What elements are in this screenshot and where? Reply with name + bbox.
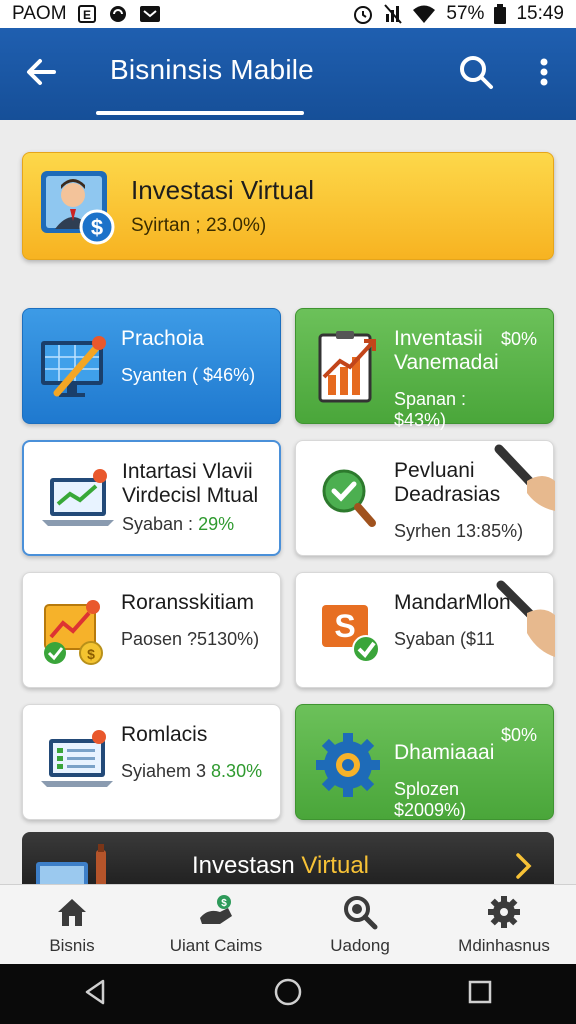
investasi-banner[interactable]: Investasn Virtual	[22, 832, 554, 884]
hero-card-investasi[interactable]: $ Investasi Virtual Syirtan ; 23.0%)	[22, 152, 554, 260]
nav-label: Bisnis	[49, 935, 95, 955]
search-coin-icon	[344, 895, 378, 929]
businessman-dollar-icon: $	[37, 165, 121, 249]
wifi-icon	[412, 4, 436, 24]
card-badge: $0%	[500, 329, 537, 349]
system-recents-icon[interactable]	[465, 977, 495, 1012]
no-signal-icon	[384, 4, 403, 24]
hand-phone-icon	[493, 441, 557, 516]
card-subtitle: Spanan : $43%)	[394, 389, 467, 430]
sync-icon	[107, 4, 129, 24]
back-arrow-icon[interactable]	[22, 52, 62, 92]
trend-coin-icon: $	[37, 591, 117, 671]
card-roranss[interactable]: $ Roransskitiam Paosen ?5130%)	[22, 572, 281, 688]
magnifier-check-icon	[310, 459, 390, 539]
hand-dollar-icon: $	[200, 894, 232, 924]
system-back-icon[interactable]	[81, 977, 111, 1012]
card-pevluani[interactable]: Pevluani Deadrasias Syrhen 13:85%)	[295, 440, 557, 556]
title-underline	[96, 111, 304, 115]
clock: 15:49	[516, 3, 564, 24]
card-subtitle: Syrhen 13:85%)	[394, 521, 524, 541]
card-title: Romlacis	[121, 723, 208, 746]
growth-chart-icon	[310, 327, 390, 407]
card-dhamiaaai[interactable]: Dhamiaaai Splozen $2009%) $0%	[295, 704, 554, 820]
card-mandarmlon[interactable]: S MandarMlon Syaban ($11	[295, 572, 557, 688]
bottom-navigation: Bisnis $ Uiant Caims Uadong Mdinhasnus	[0, 884, 576, 964]
card-subtitle: Splozen $2009%)	[394, 779, 467, 820]
card-subtitle: Syanten ( $46%)	[121, 365, 256, 385]
laptop-bottle-icon	[32, 844, 112, 884]
laptop-list-icon	[37, 723, 117, 803]
card-prachoia[interactable]: Prachoia Syanten ( $46%)	[22, 308, 281, 424]
card-romlacis[interactable]: Romlacis Syiahem 3 8.30%	[22, 704, 281, 820]
nav-label: Mdinhasnus	[458, 935, 550, 955]
app-bar: Bisninsis Mabile	[0, 28, 576, 120]
battery-percent: 57%	[446, 3, 485, 24]
nav-bisnis[interactable]: Bisnis	[0, 885, 144, 964]
nav-uadong[interactable]: Uadong	[288, 885, 432, 964]
card-title: Dhamiaaai	[394, 741, 495, 764]
chart-screen-icon	[37, 327, 117, 407]
card-title: Intartasi Vlavii Virdecisl Mtual	[122, 460, 259, 507]
card-title: Roransskitiam	[121, 591, 255, 614]
system-home-icon[interactable]	[273, 977, 303, 1012]
message-icon	[139, 4, 161, 24]
nav-uiant-caims[interactable]: $ Uiant Caims	[144, 885, 288, 964]
card-badge: $0%	[500, 725, 537, 745]
banner-text: Investasn Virtual	[192, 852, 369, 879]
nav-label: Uadong	[330, 935, 390, 955]
card-subtitle: Paosen ?5130%)	[121, 629, 260, 649]
svg-text:$: $	[221, 898, 227, 909]
percent-value: 8.30%	[211, 761, 263, 781]
battery-icon	[494, 4, 507, 24]
svg-text:E: E	[83, 8, 91, 22]
chevron-right-icon[interactable]	[514, 852, 534, 880]
settings-icon	[488, 895, 520, 928]
hero-title: Investasi Virtual	[131, 175, 315, 205]
system-navigation-bar	[0, 964, 576, 1024]
search-icon[interactable]	[456, 52, 496, 92]
svg-text:S: S	[334, 608, 355, 644]
more-vert-icon[interactable]	[532, 54, 556, 94]
percent-value: 29%	[198, 514, 235, 534]
carrier-label: PAOM	[12, 3, 67, 24]
svg-text:$: $	[87, 646, 95, 662]
notification-app-icon: E	[77, 4, 97, 24]
card-subtitle: Syaban : 29%	[122, 514, 235, 534]
card-title: Inventasii Vanemadai	[394, 327, 499, 374]
page-title: Bisninsis Mabile	[110, 54, 314, 85]
dollar-check-icon: S	[310, 591, 390, 671]
laptop-chart-icon	[38, 460, 118, 540]
svg-text:$: $	[91, 215, 103, 240]
home-icon	[58, 898, 86, 926]
status-bar: PAOM E 57% 15:49	[0, 0, 576, 28]
card-subtitle: Syiahem 3 8.30%	[121, 761, 263, 781]
card-title: Prachoia	[121, 327, 204, 350]
banner-highlight: Virtual	[301, 852, 369, 879]
hero-subtitle: Syirtan ; 23.0%)	[131, 215, 267, 236]
hand-phone-icon	[493, 577, 557, 662]
main-content: $ Investasi Virtual Syirtan ; 23.0%) Pra…	[0, 120, 576, 884]
card-inventasii[interactable]: Inventasii Vanemadai Spanan : $43%) $0%	[295, 308, 554, 430]
alarm-icon	[352, 3, 374, 25]
card-intartasi[interactable]: Intartasi Vlavii Virdecisl Mtual Syaban …	[22, 440, 281, 556]
gear-icon	[310, 723, 390, 803]
nav-mdinhasnus[interactable]: Mdinhasnus	[432, 885, 576, 964]
nav-label: Uiant Caims	[169, 935, 263, 955]
